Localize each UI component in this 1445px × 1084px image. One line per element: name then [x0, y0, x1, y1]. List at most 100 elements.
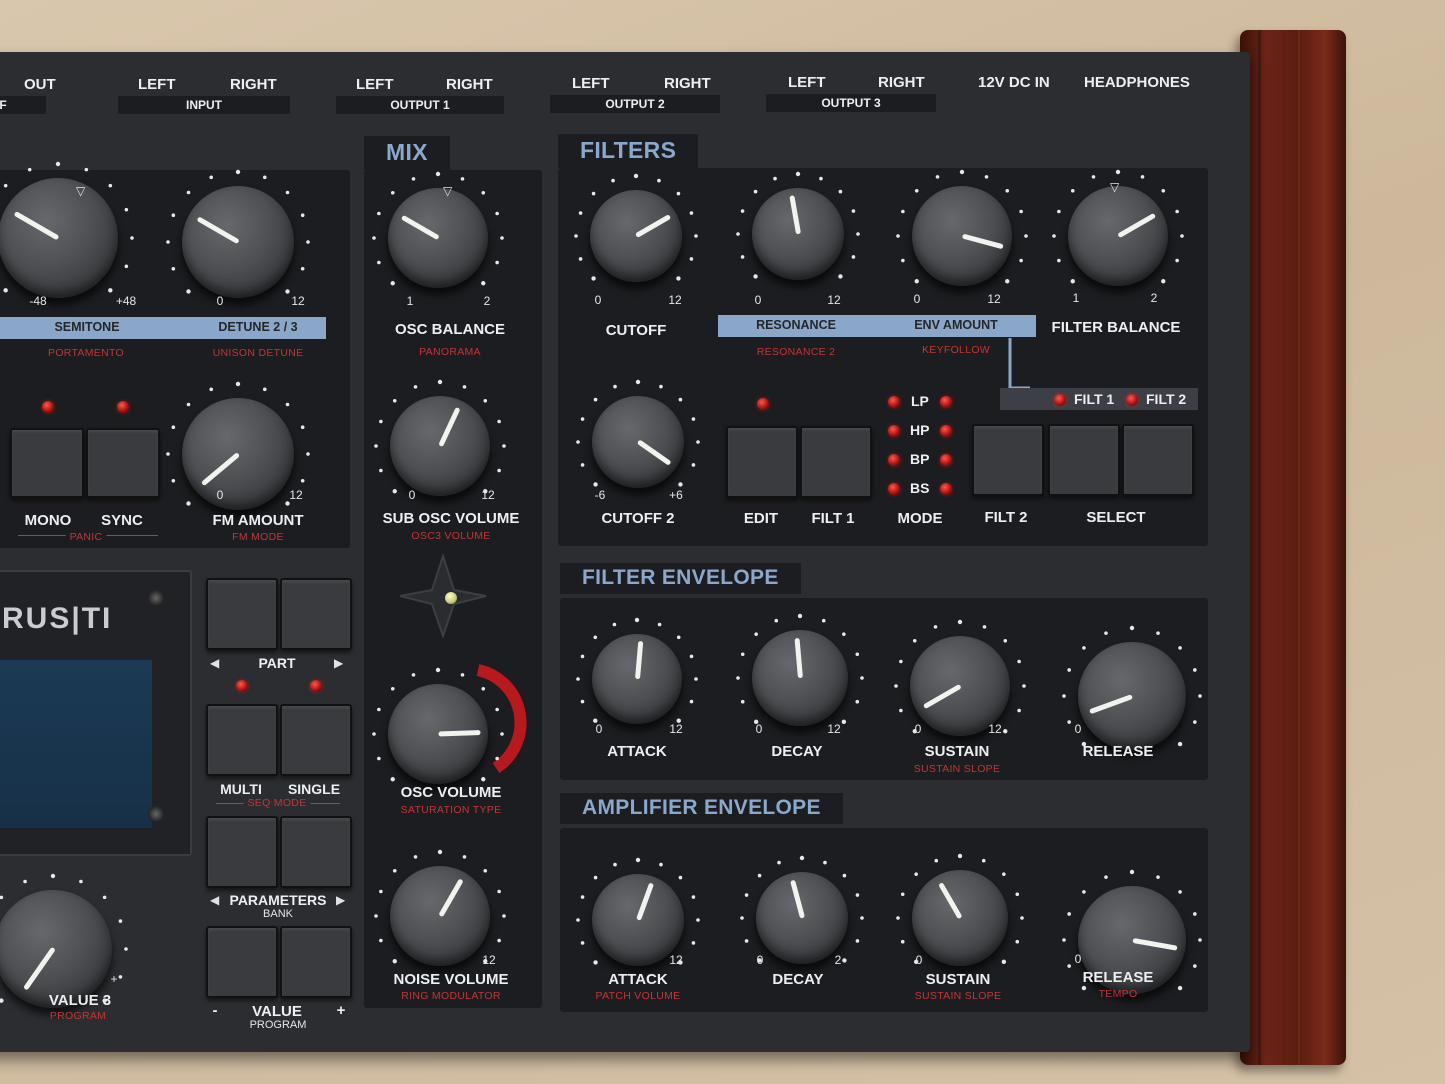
env-amount-knob[interactable]	[912, 186, 1012, 286]
tempo-sublabel: TEMPO	[1098, 988, 1138, 1000]
select-button-2[interactable]	[1122, 424, 1194, 496]
output3-left-label: LEFT	[788, 74, 826, 91]
hp-led-2	[940, 425, 952, 437]
filter-decay-knob[interactable]	[752, 630, 848, 726]
osc-balance-knob[interactable]	[388, 188, 488, 288]
scale-dot	[634, 617, 640, 623]
part-next-button[interactable]	[280, 578, 352, 650]
scale-dot	[593, 482, 598, 487]
filter-decay-min: 0	[755, 722, 763, 736]
scale-dot	[659, 862, 663, 867]
osc-balance-min: 1	[406, 294, 414, 308]
scale-dot	[676, 276, 681, 281]
part-prev-button[interactable]	[206, 578, 278, 650]
osc-volume-knob[interactable]	[388, 684, 488, 784]
select-button-1[interactable]	[1048, 424, 1120, 496]
scale-dot	[657, 178, 661, 183]
output3-plate: OUTPUT 3	[766, 94, 936, 112]
input-left-label: LEFT	[138, 76, 176, 93]
parameters-next-button[interactable]	[280, 816, 352, 888]
sync-button[interactable]	[86, 428, 160, 498]
value-plus-button[interactable]	[280, 926, 352, 998]
single-button[interactable]	[280, 704, 352, 776]
scale-dot	[740, 699, 745, 704]
scale-dot	[209, 175, 214, 180]
amp-decay-knob[interactable]	[756, 872, 848, 964]
sub-osc-max: 12	[481, 488, 495, 502]
resonance-knob[interactable]	[752, 188, 844, 280]
amplifier-envelope-title: AMPLIFIER ENVELOPE	[560, 793, 843, 824]
scale-dot	[914, 188, 919, 193]
filter-attack-min: 0	[595, 722, 603, 736]
filter-balance-knob[interactable]	[1068, 186, 1168, 286]
scale-dot	[497, 938, 501, 943]
scale-dot	[580, 463, 585, 467]
filter-release-knob[interactable]	[1078, 642, 1186, 750]
unison-detune-sublabel: UNISON DETUNE	[212, 347, 304, 359]
bp-led	[888, 454, 900, 466]
scale-dot	[894, 684, 898, 688]
scale-dot	[838, 189, 843, 194]
filter-sustain-knob[interactable]	[910, 636, 1010, 736]
scale-dot	[1198, 938, 1202, 942]
scale-dot	[1003, 638, 1008, 643]
filter-attack-knob[interactable]	[592, 634, 682, 724]
scale-dot	[1067, 668, 1071, 672]
fm-amount-label: FM AMOUNT	[212, 512, 304, 529]
scale-dot	[1091, 175, 1096, 179]
filt2-led	[1126, 394, 1138, 406]
scale-dot	[124, 207, 129, 212]
scale-dot	[1020, 916, 1024, 920]
edit-button[interactable]	[726, 426, 798, 498]
scale-dot	[1129, 625, 1135, 631]
scale-dot	[108, 183, 113, 188]
filter-sustain-slope-sublabel: SUSTAIN SLOPE	[913, 763, 1001, 775]
filt1-button[interactable]	[800, 426, 872, 498]
output1-plate: OUTPUT 1	[336, 96, 504, 114]
scale-dot	[377, 707, 381, 712]
value-minus-button[interactable]	[206, 926, 278, 998]
filter-decay-label: DECAY	[771, 743, 823, 760]
amp-sustain-knob[interactable]	[912, 870, 1008, 966]
scale-dot	[757, 873, 762, 878]
semitone-knob[interactable]	[0, 178, 118, 298]
scale-dot	[502, 444, 506, 448]
filter-sustain-min: 0	[914, 722, 922, 736]
sub-osc-volume-knob[interactable]	[390, 396, 490, 496]
scale-dot	[1052, 234, 1056, 238]
bs-led	[888, 483, 900, 495]
scale-dot	[379, 468, 383, 473]
mono-button[interactable]	[10, 428, 84, 498]
scale-dot	[497, 419, 501, 424]
scale-dot	[744, 893, 749, 897]
scale-dot	[413, 855, 418, 859]
cutoff-2-knob[interactable]	[592, 396, 684, 488]
scale-dot	[799, 855, 805, 861]
cutoff-knob[interactable]	[590, 190, 682, 282]
indicator-led	[445, 592, 457, 604]
scale-dot	[171, 213, 176, 218]
scale-dot	[1002, 872, 1006, 876]
scale-dot	[657, 622, 662, 627]
scale-dot	[166, 452, 170, 456]
scale-dot	[390, 281, 395, 286]
fm-amount-knob[interactable]	[182, 398, 294, 510]
noise-volume-knob[interactable]	[390, 866, 490, 966]
noise-volume-label: NOISE VOLUME	[393, 971, 509, 988]
filter-balance-max: 2	[1150, 291, 1158, 305]
scale-dot	[1017, 708, 1021, 713]
scale-dot	[166, 240, 170, 244]
scale-dot	[1193, 668, 1197, 672]
parameters-prev-button[interactable]	[206, 816, 278, 888]
scale-dot	[821, 618, 826, 623]
scale-dot	[959, 169, 965, 175]
scale-dot	[611, 178, 615, 183]
scale-dot	[495, 211, 499, 216]
scale-dot	[235, 381, 241, 387]
filt2-button[interactable]	[972, 424, 1044, 496]
scale-dot	[580, 699, 585, 704]
multi-button[interactable]	[206, 704, 278, 776]
wooden-side-panel	[1240, 30, 1346, 1065]
cutoff-min: 0	[594, 293, 602, 307]
detune-knob[interactable]	[182, 186, 294, 298]
